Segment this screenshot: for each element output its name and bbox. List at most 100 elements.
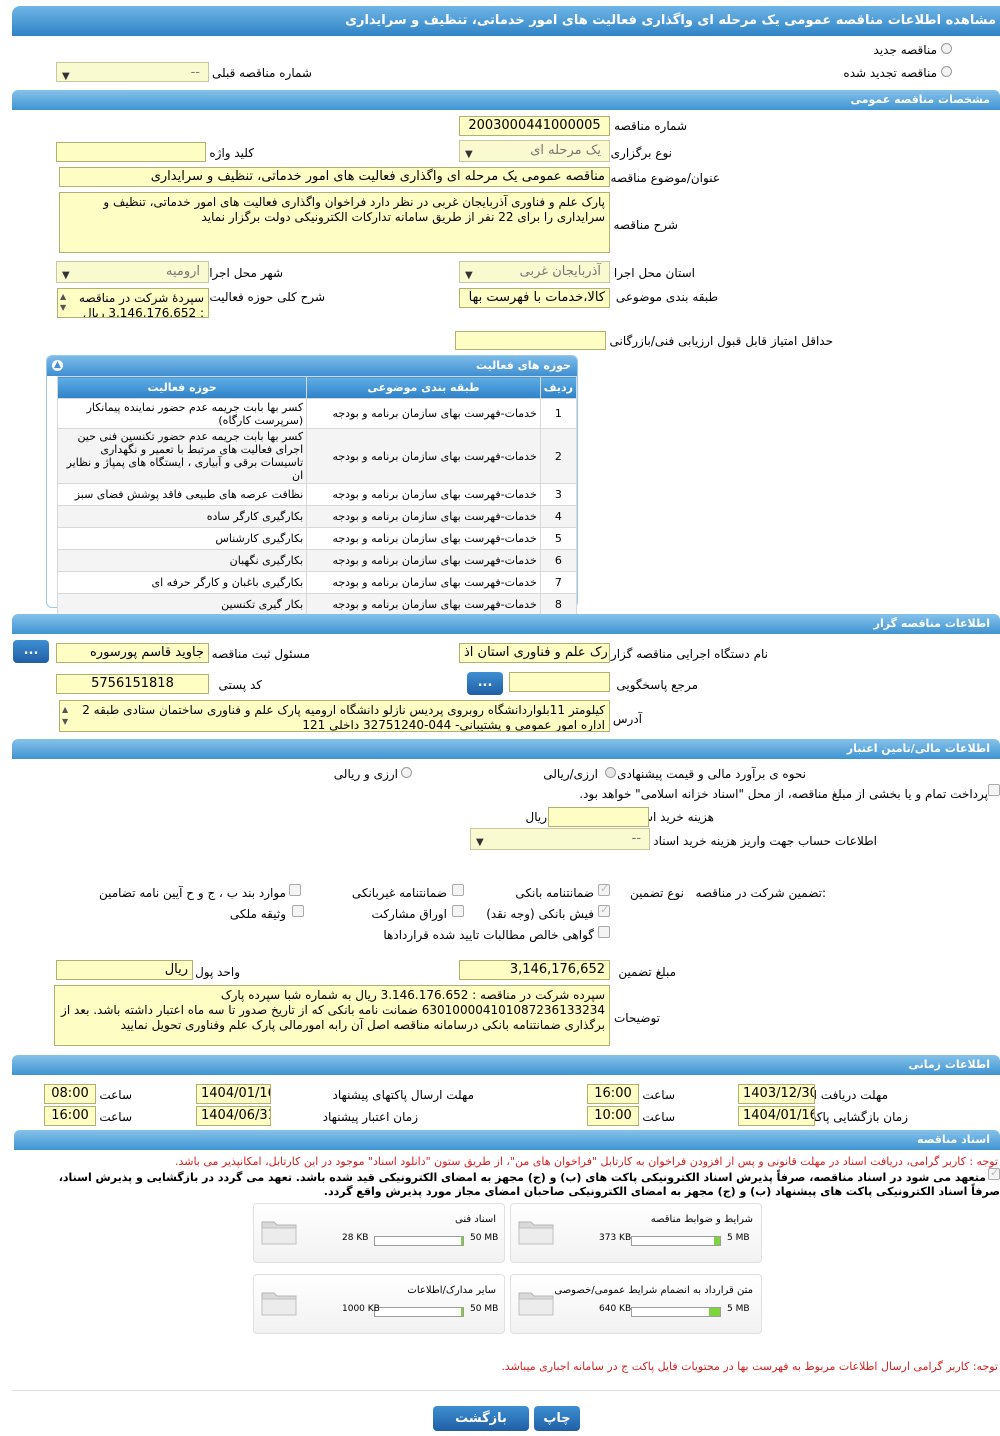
file-card[interactable]: شرایط و ضوابط مناقصه 373 KB 5 MB (510, 1203, 762, 1263)
validity-label: زمان اعتبار پیشنهاد (322, 1110, 418, 1124)
cell-category: خدمات-فهرست بهای سازمان برنامه و بودجه (306, 505, 541, 528)
account-label: اطلاعات حساب جهت واریز هزینه خرید اسناد (653, 834, 877, 848)
upload-progress (631, 1236, 721, 1246)
rial-radio[interactable] (605, 767, 616, 778)
commitment-checkbox[interactable] (988, 1166, 1000, 1180)
print-button[interactable]: چاپ (534, 1406, 580, 1431)
opt2-label: ضمانتنامه غیربانکی (351, 886, 447, 900)
method-label: نحوه ی برآورد مالی و قیمت پیشنهادی (617, 767, 806, 781)
open-time: 10:00 (587, 1106, 639, 1126)
file-card[interactable]: اسناد فنی 28 KB 50 MB (253, 1203, 505, 1263)
finance-section-header: اطلاعات مالی/تامین اعتبار (12, 739, 1000, 759)
keyword-field[interactable] (56, 142, 206, 162)
table-row: کسر بها بابت جریمه عدم حضور تکنسین فنی ح… (56, 428, 578, 484)
ref-lookup-button[interactable]: ... (467, 672, 503, 695)
chevron-down-icon: ▼ (62, 270, 70, 281)
file-max: 5 MB (727, 1304, 750, 1314)
notes-textarea[interactable]: سپرده شرکت در مناقصه : 3.146.176.652 ریا… (54, 985, 610, 1046)
scroll-arrows-icon[interactable]: ▲ ▼ (60, 291, 66, 313)
renewed-tender-label: مناقصه تجدید شده (843, 66, 937, 80)
currency-field: ریال (56, 960, 193, 980)
cell-row-number: 2 (539, 428, 578, 484)
cell-row-number: 6 (539, 549, 578, 572)
chevron-down-icon: ▼ (476, 837, 484, 848)
prev-number-label: شماره مناقصه قبلی (212, 66, 312, 80)
cell-category: خدمات-فهرست بهای سازمان برنامه و بودجه (306, 428, 541, 484)
province-select[interactable]: ▼ آذربایجان غربی (459, 261, 610, 283)
scope-textarea[interactable]: سپردهٔ شرکت در مناقصه : 3.146.176.652 ری… (57, 288, 209, 318)
cell-scope: کسر بها بابت جریمه عدم حضور تکنسین فنی ح… (56, 428, 308, 484)
price-list-note: توجه: کاربر گرامی ارسال اطلاعات مربوط به… (501, 1360, 998, 1373)
cell-scope: بکار گیری تکنسین (56, 593, 308, 616)
file-card[interactable]: سایر مدارک/اطلاعات 1000 KB 50 MB (253, 1274, 505, 1334)
city-select[interactable]: ▼ ارومیه (56, 261, 209, 283)
table-row: بکار گیری تکنسین خدمات-فهرست بهای سازمان … (56, 593, 578, 616)
address-label: آدرس (612, 712, 642, 726)
type-select[interactable]: ▼ یک مرحله ای (459, 140, 610, 162)
renewed-tender-radio[interactable] (941, 66, 952, 77)
category-label: طبقه بندی موضوعی (615, 290, 718, 304)
scope-label: شرح کلی حوزه فعالیت (209, 290, 326, 304)
org-label: نام دستگاه اجرایی مناقصه گزار (610, 647, 768, 661)
bank-guarantee-checkbox[interactable] (598, 882, 610, 896)
rial-label: ارزی/ریالی (543, 767, 598, 781)
general-section-header: مشخصات مناقصه عمومی (12, 90, 1000, 110)
commitment-line2: صرفاً اسناد الکترونیکی پاکت های پیشنهاد … (323, 1185, 1000, 1198)
cell-scope: بکارگیری کارگر ساده (56, 505, 308, 528)
table-row: بکارگیری باغبان و کارگر حرفه ای خدمات-فهر… (56, 571, 578, 594)
chevron-down-icon: ▼ (62, 71, 70, 82)
file-max: 50 MB (470, 1233, 499, 1243)
table-row: نظافت عرصه های طبیعی فاقد پوشش فضای سبز خ… (56, 483, 578, 506)
cell-row-number: 4 (539, 505, 578, 528)
desc-label: شرح مناقصه (613, 218, 678, 232)
new-tender-radio[interactable] (941, 43, 952, 54)
both-radio[interactable] (401, 767, 412, 778)
prev-number-select[interactable]: ▼ -- (56, 62, 209, 82)
chevron-down-icon: ▼ (465, 149, 473, 160)
amount-label: مبلغ تضمین (618, 965, 676, 979)
page-title: مشاهده اطلاعات مناقصه عمومی یک مرحله ای … (12, 6, 1000, 36)
docs-note: توجه : کاربر گرامی، دریافت اسناد در مهلت… (174, 1155, 998, 1168)
description-textarea[interactable]: پارک علم و فناوری آذربایجان غربی در نظر … (59, 192, 610, 253)
hour-label: ساعت (99, 1088, 132, 1102)
min-score-field[interactable] (455, 331, 606, 350)
registrar-lookup-button[interactable]: ... (13, 640, 49, 663)
cell-scope: نظافت عرصه های طبیعی فاقد پوشش فضای سبز (56, 483, 308, 506)
tender-number-field: 2003000441000005 (459, 116, 610, 136)
table-row: بکارگیری کارگر ساده خدمات-فهرست بهای سازم… (56, 505, 578, 528)
bonds-checkbox[interactable] (452, 905, 464, 917)
opt6-label: وثیقه ملکی (229, 907, 286, 921)
ref-field[interactable] (509, 672, 610, 692)
opt7-label: گواهی خالص مطالبات تایید شده قراردادها (383, 928, 594, 942)
nonbank-guarantee-checkbox[interactable] (452, 884, 464, 896)
registrar-label: مسئول ثبت مناقصه (211, 647, 310, 661)
file-card[interactable]: متن قرارداد به انضمام شرایط عمومی/خصوصی 6… (510, 1274, 762, 1334)
scroll-arrows-icon[interactable]: ▲ ▼ (62, 704, 68, 728)
cell-scope: بکارگیری کارشناس (56, 527, 308, 550)
cell-category: خدمات-فهرست بهای سازمان برنامه و بودجه (306, 593, 541, 616)
opt3-label: موارد بند ب ، ج و ح آیین نامه تضامین (98, 886, 286, 900)
address-textarea[interactable]: کیلومتر 11بلواردانشگاه روبروی پردیس نازل… (59, 700, 610, 732)
progress-fill (461, 1308, 463, 1316)
property-checkbox[interactable] (292, 905, 304, 917)
progress-fill (709, 1308, 720, 1316)
table-row: بکارگیری نگهبان خدمات-فهرست بهای سازمان ب… (56, 549, 578, 572)
account-select[interactable]: ▼ -- (470, 828, 650, 850)
send-deadline-label: مهلت ارسال پاکتهای پیشنهاد (332, 1088, 474, 1102)
doc-cost-field (548, 807, 649, 827)
back-button[interactable]: بازگشت (433, 1406, 529, 1431)
claims-certificate-checkbox[interactable] (598, 926, 610, 938)
opt5-label: اوراق مشارکت (371, 907, 447, 921)
organizer-section-header: اطلاعات مناقصه گزار (12, 614, 1000, 634)
number-label: شماره مناقصه (614, 119, 687, 133)
file-size: 28 KB (342, 1233, 369, 1243)
activities-table: حوزه فعالیت طبقه بندی موضوعی ردیف کسر به… (56, 376, 578, 616)
cell-category: خدمات-فهرست بهای سازمان برنامه و بودجه (306, 483, 541, 506)
table-row: بکارگیری کارشناس خدمات-فهرست بهای سازمان … (56, 527, 578, 550)
cash-receipt-checkbox[interactable] (598, 903, 610, 917)
opt1-label: ضمانتنامه بانکی (515, 886, 594, 900)
postal-label: کد پستی (218, 678, 263, 692)
collapse-icon[interactable]: ▲ (52, 360, 63, 371)
islamic-checkbox[interactable] (988, 784, 1000, 796)
clauses-checkbox[interactable] (289, 884, 301, 896)
